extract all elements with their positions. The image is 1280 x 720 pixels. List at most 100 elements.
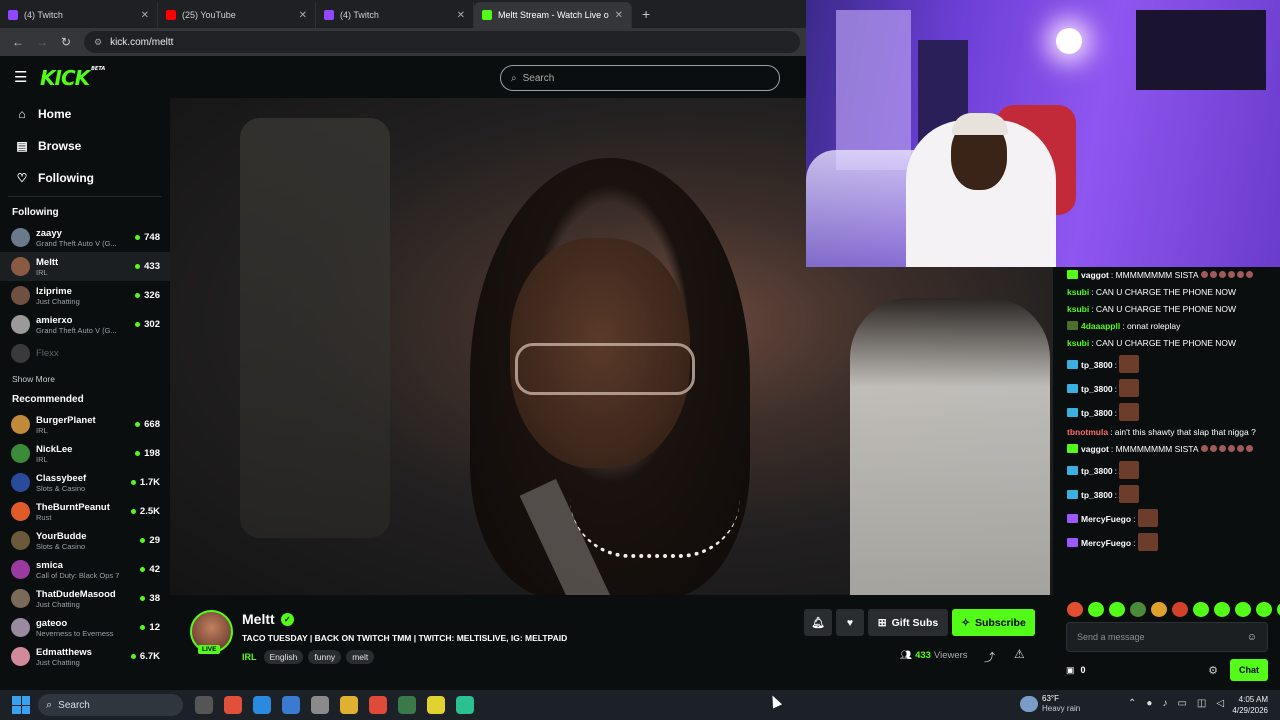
chat-username[interactable]: ksubi (1067, 287, 1089, 297)
live-dot-icon (130, 509, 136, 514)
network-icon[interactable]: ◫ (1197, 698, 1206, 709)
stream-tag[interactable]: English (263, 650, 304, 664)
stream-tag[interactable]: funny (308, 650, 342, 664)
microphone-icon[interactable]: ♪ (1162, 698, 1167, 709)
emote-icon[interactable] (1235, 602, 1251, 617)
emote-icon[interactable] (1193, 602, 1209, 617)
chat-username[interactable]: ksubi (1067, 304, 1089, 314)
browser-tab[interactable]: (25) YouTube ✕ (158, 2, 316, 28)
url-field[interactable]: ⚙ kick.com/meltt (84, 31, 800, 53)
chat-username[interactable]: tp_3800 (1081, 360, 1113, 370)
share-icon[interactable]: ⤴ (984, 649, 995, 665)
chat-username[interactable]: tp_3800 (1081, 466, 1113, 476)
close-icon[interactable]: ✕ (299, 10, 307, 21)
sidebar-channel[interactable]: BurgerPlanet IRL 668 (0, 410, 170, 439)
taskbar-app-icon[interactable] (340, 696, 358, 714)
chat-username[interactable]: 4daaappll (1081, 321, 1120, 331)
streamer-name[interactable]: Meltt (242, 611, 275, 627)
emote-icon[interactable] (1109, 602, 1125, 617)
browser-tab[interactable]: Meltt Stream - Watch Live o ✕ (474, 2, 632, 28)
taskbar-app-icon[interactable] (398, 696, 416, 714)
reload-icon[interactable]: ↻ (54, 35, 78, 49)
chat-username[interactable]: vaggot (1081, 444, 1109, 454)
back-icon[interactable]: ← (6, 35, 30, 49)
sidebar-channel[interactable]: Meltt IRL 433 (0, 252, 170, 281)
sidebar-channel[interactable]: gateoo Neverness to Everness 12 (0, 613, 170, 642)
emoji-icon[interactable]: ☺ (1247, 632, 1257, 643)
chat-emote-icon (1119, 355, 1140, 373)
sidebar-channel[interactable]: ThatDudeMasood Just Chatting 38 (0, 584, 170, 613)
chevron-up-icon[interactable]: ⌃ (1128, 698, 1136, 709)
chat-username[interactable]: tp_3800 (1081, 490, 1113, 500)
close-icon[interactable]: ✕ (457, 10, 465, 21)
emote-icon[interactable] (1130, 602, 1146, 617)
site-info-icon[interactable]: ⚙ (94, 37, 102, 48)
follow-button[interactable]: ♥ (836, 609, 864, 636)
sidebar-channel[interactable]: Edmatthews Just Chatting 6.7K (0, 642, 170, 671)
battery-icon[interactable]: ▭ (1177, 698, 1186, 709)
chat-username[interactable]: tp_3800 (1081, 408, 1113, 418)
nav-browse[interactable]: ▤ Browse (0, 130, 170, 162)
chat-input[interactable]: Send a message ☺ (1066, 622, 1268, 652)
close-icon[interactable]: ✕ (615, 10, 623, 21)
clock[interactable]: 4:05 AM 4/29/2026 (1226, 694, 1268, 716)
gift-subs-button[interactable]: ⊞ Gift Subs (868, 609, 948, 636)
menu-icon[interactable]: ☰ (14, 68, 27, 86)
chat-username[interactable]: vaggot (1081, 270, 1109, 280)
browser-tab[interactable]: (4) Twitch ✕ (316, 2, 474, 28)
chat-username[interactable]: ksubi (1067, 338, 1089, 348)
taskbar-app-icon[interactable] (282, 696, 300, 714)
chat-username[interactable]: MercyFuego (1081, 514, 1131, 524)
taskbar-app-icon[interactable] (427, 696, 445, 714)
chat-username[interactable]: tbnotmula (1067, 427, 1108, 437)
emote-icon[interactable] (1172, 602, 1188, 617)
emote-icon[interactable] (1256, 602, 1272, 617)
sidebar-channel[interactable]: smica Call of Duty: Black Ops 7 42 (0, 555, 170, 584)
subscribe-button[interactable]: ✧ Subscribe (952, 609, 1035, 636)
emote-icon[interactable] (1088, 602, 1104, 617)
points-icon[interactable]: ▣ (1066, 665, 1075, 676)
sidebar-channel[interactable]: amierxo Grand Theft Auto V (G... 302 (0, 310, 170, 339)
taskbar-app-icon[interactable] (456, 696, 474, 714)
taskbar-app-icon[interactable] (195, 696, 213, 714)
taskbar-app-icon[interactable] (224, 696, 242, 714)
report-icon[interactable]: ⚠ (1014, 647, 1025, 661)
category-link[interactable]: IRL (242, 652, 257, 662)
emote-icon[interactable] (1151, 602, 1167, 617)
show-more-link[interactable]: Show More (0, 368, 170, 390)
chat-username[interactable]: MercyFuego (1081, 538, 1131, 548)
sidebar-channel[interactable]: Iziprime Just Chatting 326 (0, 281, 170, 310)
sidebar-channel[interactable]: NickLee IRL 198 (0, 439, 170, 468)
notification-bell-button[interactable]: 🔔︎ (804, 609, 832, 636)
forward-icon[interactable]: → (30, 35, 54, 49)
chat-text: : (1133, 538, 1136, 548)
chat-username[interactable]: tp_3800 (1081, 384, 1113, 394)
sidebar-channel[interactable]: TheBurntPeanut Rust 2.5K (0, 497, 170, 526)
nav-following[interactable]: ♡ Following (0, 162, 170, 194)
sidebar-channel[interactable]: YourBudde Slots & Casino 29 (0, 526, 170, 555)
webcam-viewer-cap (952, 113, 1008, 135)
taskbar-app-icon[interactable] (253, 696, 271, 714)
weather-widget[interactable]: 63°F Heavy rain (1020, 694, 1080, 714)
tray-app-icon[interactable]: ● (1146, 698, 1152, 709)
sidebar-channel[interactable]: zaayy Grand Theft Auto V (G... 748 (0, 223, 170, 252)
taskbar-search[interactable]: ⌕ Search (38, 694, 183, 716)
stream-tag[interactable]: melt (346, 650, 375, 664)
nav-home[interactable]: ⌂ Home (0, 98, 170, 130)
chat-emoji-icon (1236, 271, 1244, 278)
emote-icon[interactable] (1067, 602, 1083, 617)
gear-icon[interactable]: ⚙ (1208, 664, 1218, 677)
emote-icon[interactable] (1214, 602, 1230, 617)
browser-tab[interactable]: (4) Twitch ✕ (0, 2, 158, 28)
sidebar-channel[interactable]: Flexx (0, 339, 170, 368)
close-icon[interactable]: ✕ (141, 10, 149, 21)
taskbar-app-icon[interactable] (369, 696, 387, 714)
volume-icon[interactable]: ◁ (1216, 698, 1224, 709)
sidebar-channel[interactable]: Classybeef Slots & Casino 1.7K (0, 468, 170, 497)
chat-send-button[interactable]: Chat (1230, 659, 1268, 681)
search-input[interactable]: ⌕ Search (500, 65, 780, 91)
new-tab-button[interactable]: + (642, 6, 650, 22)
taskbar-app-icon[interactable] (311, 696, 329, 714)
kick-logo[interactable]: KICK BETA (40, 66, 105, 90)
windows-start-icon[interactable] (12, 696, 30, 714)
